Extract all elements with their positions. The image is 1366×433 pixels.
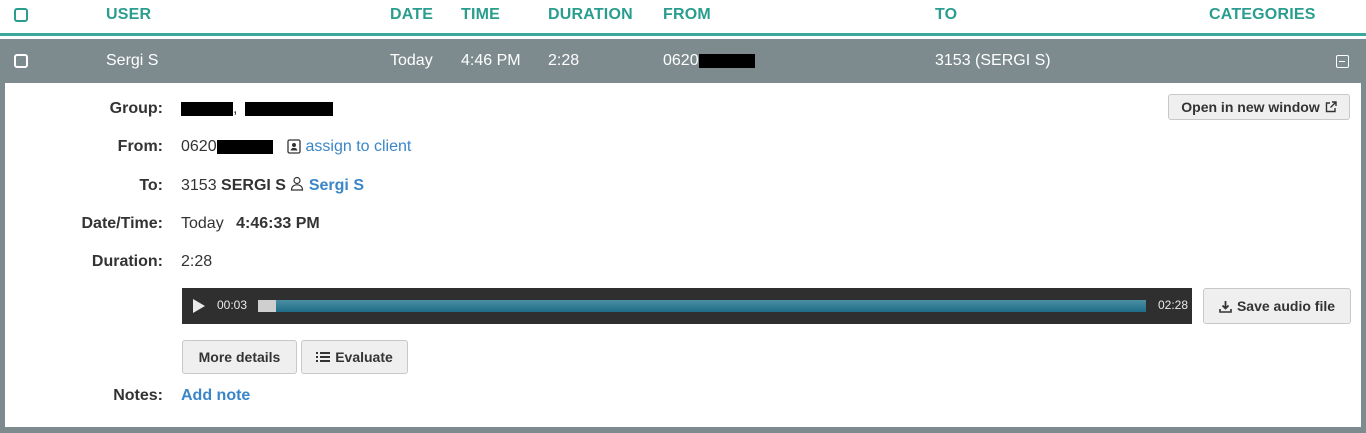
row-user: Sergi S bbox=[106, 52, 159, 69]
call-details-panel: Open in new window Group: , From: 0620 a… bbox=[0, 83, 1366, 433]
notes-label: Notes: bbox=[113, 387, 163, 404]
table-header: USER DATE TIME DURATION FROM TO CATEGORI… bbox=[0, 0, 1366, 36]
audio-progress-track[interactable] bbox=[258, 300, 1146, 312]
to-extension: 3153 bbox=[181, 177, 217, 194]
table-row[interactable]: Sergi S Today 4:46 PM 2:28 0620 3153 (SE… bbox=[0, 39, 1366, 83]
col-date[interactable]: DATE bbox=[390, 6, 433, 24]
row-time: 4:46 PM bbox=[461, 52, 521, 69]
audio-player: 00:03 02:28 bbox=[182, 288, 1192, 324]
from-number-prefix: 0620 bbox=[181, 138, 217, 155]
to-name: SERGI S bbox=[221, 177, 286, 194]
save-audio-button[interactable]: Save audio file bbox=[1203, 288, 1351, 324]
col-categories[interactable]: CATEGORIES bbox=[1209, 6, 1316, 24]
group-separator: , bbox=[233, 100, 238, 117]
open-new-window-button[interactable]: Open in new window bbox=[1168, 94, 1350, 120]
download-icon bbox=[1219, 300, 1232, 313]
time-value: 4:46:33 PM bbox=[236, 215, 320, 232]
from-label: From: bbox=[117, 138, 163, 155]
to-value: 3153 SERGI S Sergi S bbox=[181, 177, 364, 195]
duration-label: Duration: bbox=[91, 253, 163, 270]
redacted-block bbox=[181, 101, 233, 116]
assign-to-client-label: assign to client bbox=[305, 138, 412, 155]
col-duration[interactable]: DURATION bbox=[548, 6, 633, 24]
duration-value: 2:28 bbox=[181, 253, 213, 270]
from-value: 0620 assign to client bbox=[181, 138, 411, 156]
date-value: Today bbox=[181, 215, 224, 232]
save-audio-label: Save audio file bbox=[1236, 298, 1336, 314]
to-label: To: bbox=[139, 177, 163, 194]
col-from[interactable]: FROM bbox=[663, 6, 711, 24]
more-details-label: More details bbox=[198, 349, 281, 365]
group-label: Group: bbox=[109, 100, 163, 117]
add-note-link[interactable]: Add note bbox=[181, 387, 250, 405]
current-time: 00:03 bbox=[217, 298, 248, 312]
list-icon bbox=[316, 352, 331, 362]
row-checkbox[interactable] bbox=[14, 54, 28, 68]
evaluate-button[interactable]: Evaluate bbox=[301, 340, 408, 374]
datetime-label: Date/Time: bbox=[81, 215, 163, 232]
to-user-link[interactable]: Sergi S bbox=[309, 177, 364, 194]
external-link-icon bbox=[1325, 101, 1337, 113]
row-date: Today bbox=[390, 52, 433, 69]
contact-card-icon bbox=[287, 139, 301, 154]
assign-to-client-link[interactable]: assign to client bbox=[287, 138, 411, 155]
redacted-block bbox=[216, 139, 273, 154]
datetime-value: Today 4:46:33 PM bbox=[181, 215, 320, 233]
select-all-checkbox[interactable] bbox=[14, 8, 28, 22]
redacted-block bbox=[698, 53, 755, 68]
row-duration: 2:28 bbox=[548, 52, 580, 69]
total-time: 02:28 bbox=[1157, 298, 1188, 312]
group-value: , bbox=[181, 100, 333, 118]
open-new-window-label: Open in new window bbox=[1181, 99, 1320, 115]
user-icon bbox=[291, 177, 304, 191]
col-time[interactable]: TIME bbox=[461, 6, 500, 24]
row-to: 3153 (SERGI S) bbox=[935, 52, 1051, 69]
col-to[interactable]: TO bbox=[935, 6, 957, 24]
more-details-button[interactable]: More details bbox=[182, 340, 297, 374]
evaluate-label: Evaluate bbox=[335, 349, 393, 365]
col-user[interactable]: USER bbox=[106, 6, 151, 24]
row-from: 0620 bbox=[663, 52, 755, 70]
audio-progress-played bbox=[258, 300, 276, 312]
collapse-icon[interactable] bbox=[1336, 55, 1349, 68]
row-from-prefix: 0620 bbox=[663, 52, 699, 69]
redacted-block bbox=[244, 101, 333, 116]
play-icon[interactable] bbox=[192, 298, 206, 314]
